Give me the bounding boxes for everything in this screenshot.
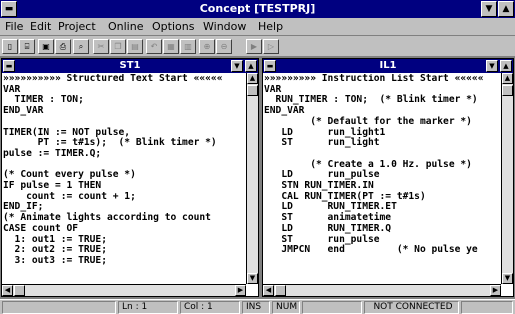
tool-icon[interactable]: ▦ xyxy=(163,39,179,54)
menu-help[interactable]: Help xyxy=(258,20,283,33)
code-line: 3: out3 := TRUE; xyxy=(3,254,107,266)
st-scroll-down-icon[interactable]: ▼ xyxy=(247,273,258,284)
open-icon[interactable]: ⌸ xyxy=(19,39,35,54)
print-icon[interactable]: ⎙ xyxy=(55,39,71,54)
zoom-in-icon[interactable]: ⊕ xyxy=(199,39,215,54)
maximize-icon[interactable]: ▲ xyxy=(498,1,514,17)
status-insert-mode: INS xyxy=(242,301,270,314)
il-code-editor[interactable]: »»»»»»»»» Instruction List Start ««««« VA… xyxy=(264,74,501,286)
code-line: CASE count OF xyxy=(3,222,79,234)
paste-icon[interactable]: ▤ xyxy=(127,39,143,54)
st-maximize-icon[interactable]: ▲ xyxy=(245,60,257,72)
copy-icon[interactable]: ❐ xyxy=(110,39,126,54)
zoom-out-icon[interactable]: ⊖ xyxy=(216,39,232,54)
toolbar: ▯ ⌸ ▣ ⎙ ⌕ ✂ ❐ ▤ ↶ ▦ ▥ ⊕ ⊖ ▶ ▷ xyxy=(0,37,515,57)
status-message xyxy=(2,301,116,314)
code-line: LD RUN_TIMER.Q xyxy=(264,222,392,234)
st-hscroll-thumb[interactable] xyxy=(14,285,25,296)
status-column: Col : 1 xyxy=(180,301,240,314)
status-extra-panel xyxy=(461,301,513,314)
st-window-title: ST1 xyxy=(119,60,141,71)
st-window-title-bar[interactable]: ▬ ST1 ▼ ▲ xyxy=(2,59,258,73)
minimize-icon[interactable]: ▼ xyxy=(481,1,497,17)
st-editor-window[interactable]: ▬ ST1 ▼ ▲ »»»»»»»»»» Structured Text Sta… xyxy=(1,58,259,297)
st-code-editor[interactable]: »»»»»»»»»» Structured Text Start ««««« VA… xyxy=(3,74,246,286)
status-empty-panel xyxy=(302,301,362,314)
il-scroll-left-icon[interactable]: ◀ xyxy=(263,285,274,296)
find-icon[interactable]: ⌕ xyxy=(73,39,89,54)
st-scroll-right-icon[interactable]: ▶ xyxy=(235,285,246,296)
menu-project[interactable]: Project xyxy=(58,20,96,33)
app-title-bar: ▬ Concept [TESTPRJ] ▼ ▲ xyxy=(0,0,515,18)
st-horizontal-scrollbar[interactable]: ◀ ▶ xyxy=(2,284,246,296)
run-icon[interactable]: ▶ xyxy=(246,39,262,54)
il-horizontal-scrollbar[interactable]: ◀ ▶ xyxy=(263,284,501,296)
il-maximize-icon[interactable]: ▲ xyxy=(500,60,512,72)
il-scroll-thumb[interactable] xyxy=(502,85,513,96)
status-connection: NOT CONNECTED xyxy=(364,301,459,314)
code-line: ST run_light xyxy=(264,137,380,149)
il-window-title-bar[interactable]: ▬ IL1 ▼ ▲ xyxy=(263,59,513,73)
menu-options[interactable]: Options xyxy=(152,20,194,33)
menu-file[interactable]: File xyxy=(5,20,23,33)
code-line: (* Default for the marker *) xyxy=(264,115,472,127)
code-line: »»»»»»»»»» Structured Text Start ««««« xyxy=(3,74,223,84)
status-num-lock: NUM xyxy=(272,301,300,314)
code-line: END_VAR xyxy=(3,105,44,117)
save-icon[interactable]: ▣ xyxy=(38,39,54,54)
step-icon[interactable]: ▷ xyxy=(263,39,279,54)
status-bar: Ln : 1 Col : 1 INS NUM NOT CONNECTED xyxy=(0,299,515,314)
il-vertical-scrollbar[interactable]: ▲ ▼ xyxy=(501,73,513,284)
menu-bar: File Edit Project Online Options Window … xyxy=(0,18,515,36)
st-scroll-left-icon[interactable]: ◀ xyxy=(2,285,13,296)
st-minimize-icon[interactable]: ▼ xyxy=(231,60,243,72)
menu-online[interactable]: Online xyxy=(108,20,143,33)
code-line: pulse := TIMER.Q; xyxy=(3,147,102,159)
mdi-workspace: ▬ ST1 ▼ ▲ »»»»»»»»»» Structured Text Sta… xyxy=(0,57,515,299)
il-window-title: IL1 xyxy=(379,60,397,71)
il-scroll-up-icon[interactable]: ▲ xyxy=(502,73,513,84)
il-hscroll-thumb[interactable] xyxy=(275,285,286,296)
app-title: Concept [TESTPRJ] xyxy=(199,2,316,15)
il-editor-window[interactable]: ▬ IL1 ▼ ▲ »»»»»»»»» Instruction List Sta… xyxy=(262,58,514,297)
new-icon[interactable]: ▯ xyxy=(2,39,18,54)
menu-window[interactable]: Window xyxy=(203,20,246,33)
menu-edit[interactable]: Edit xyxy=(30,20,51,33)
il-scroll-down-icon[interactable]: ▼ xyxy=(502,273,513,284)
il-scroll-right-icon[interactable]: ▶ xyxy=(490,285,501,296)
cut-icon[interactable]: ✂ xyxy=(93,39,109,54)
st-scroll-up-icon[interactable]: ▲ xyxy=(247,73,258,84)
code-line: JMPCN end (* No pulse ye xyxy=(264,244,478,256)
undo-icon[interactable]: ↶ xyxy=(146,39,162,54)
st-scroll-thumb[interactable] xyxy=(247,85,258,96)
table-icon[interactable]: ▥ xyxy=(180,39,196,54)
status-line: Ln : 1 xyxy=(118,301,178,314)
st-vertical-scrollbar[interactable]: ▲ ▼ xyxy=(246,73,258,284)
il-minimize-icon[interactable]: ▼ xyxy=(486,60,498,72)
code-line: »»»»»»»»» Instruction List Start ««««« xyxy=(264,74,484,84)
